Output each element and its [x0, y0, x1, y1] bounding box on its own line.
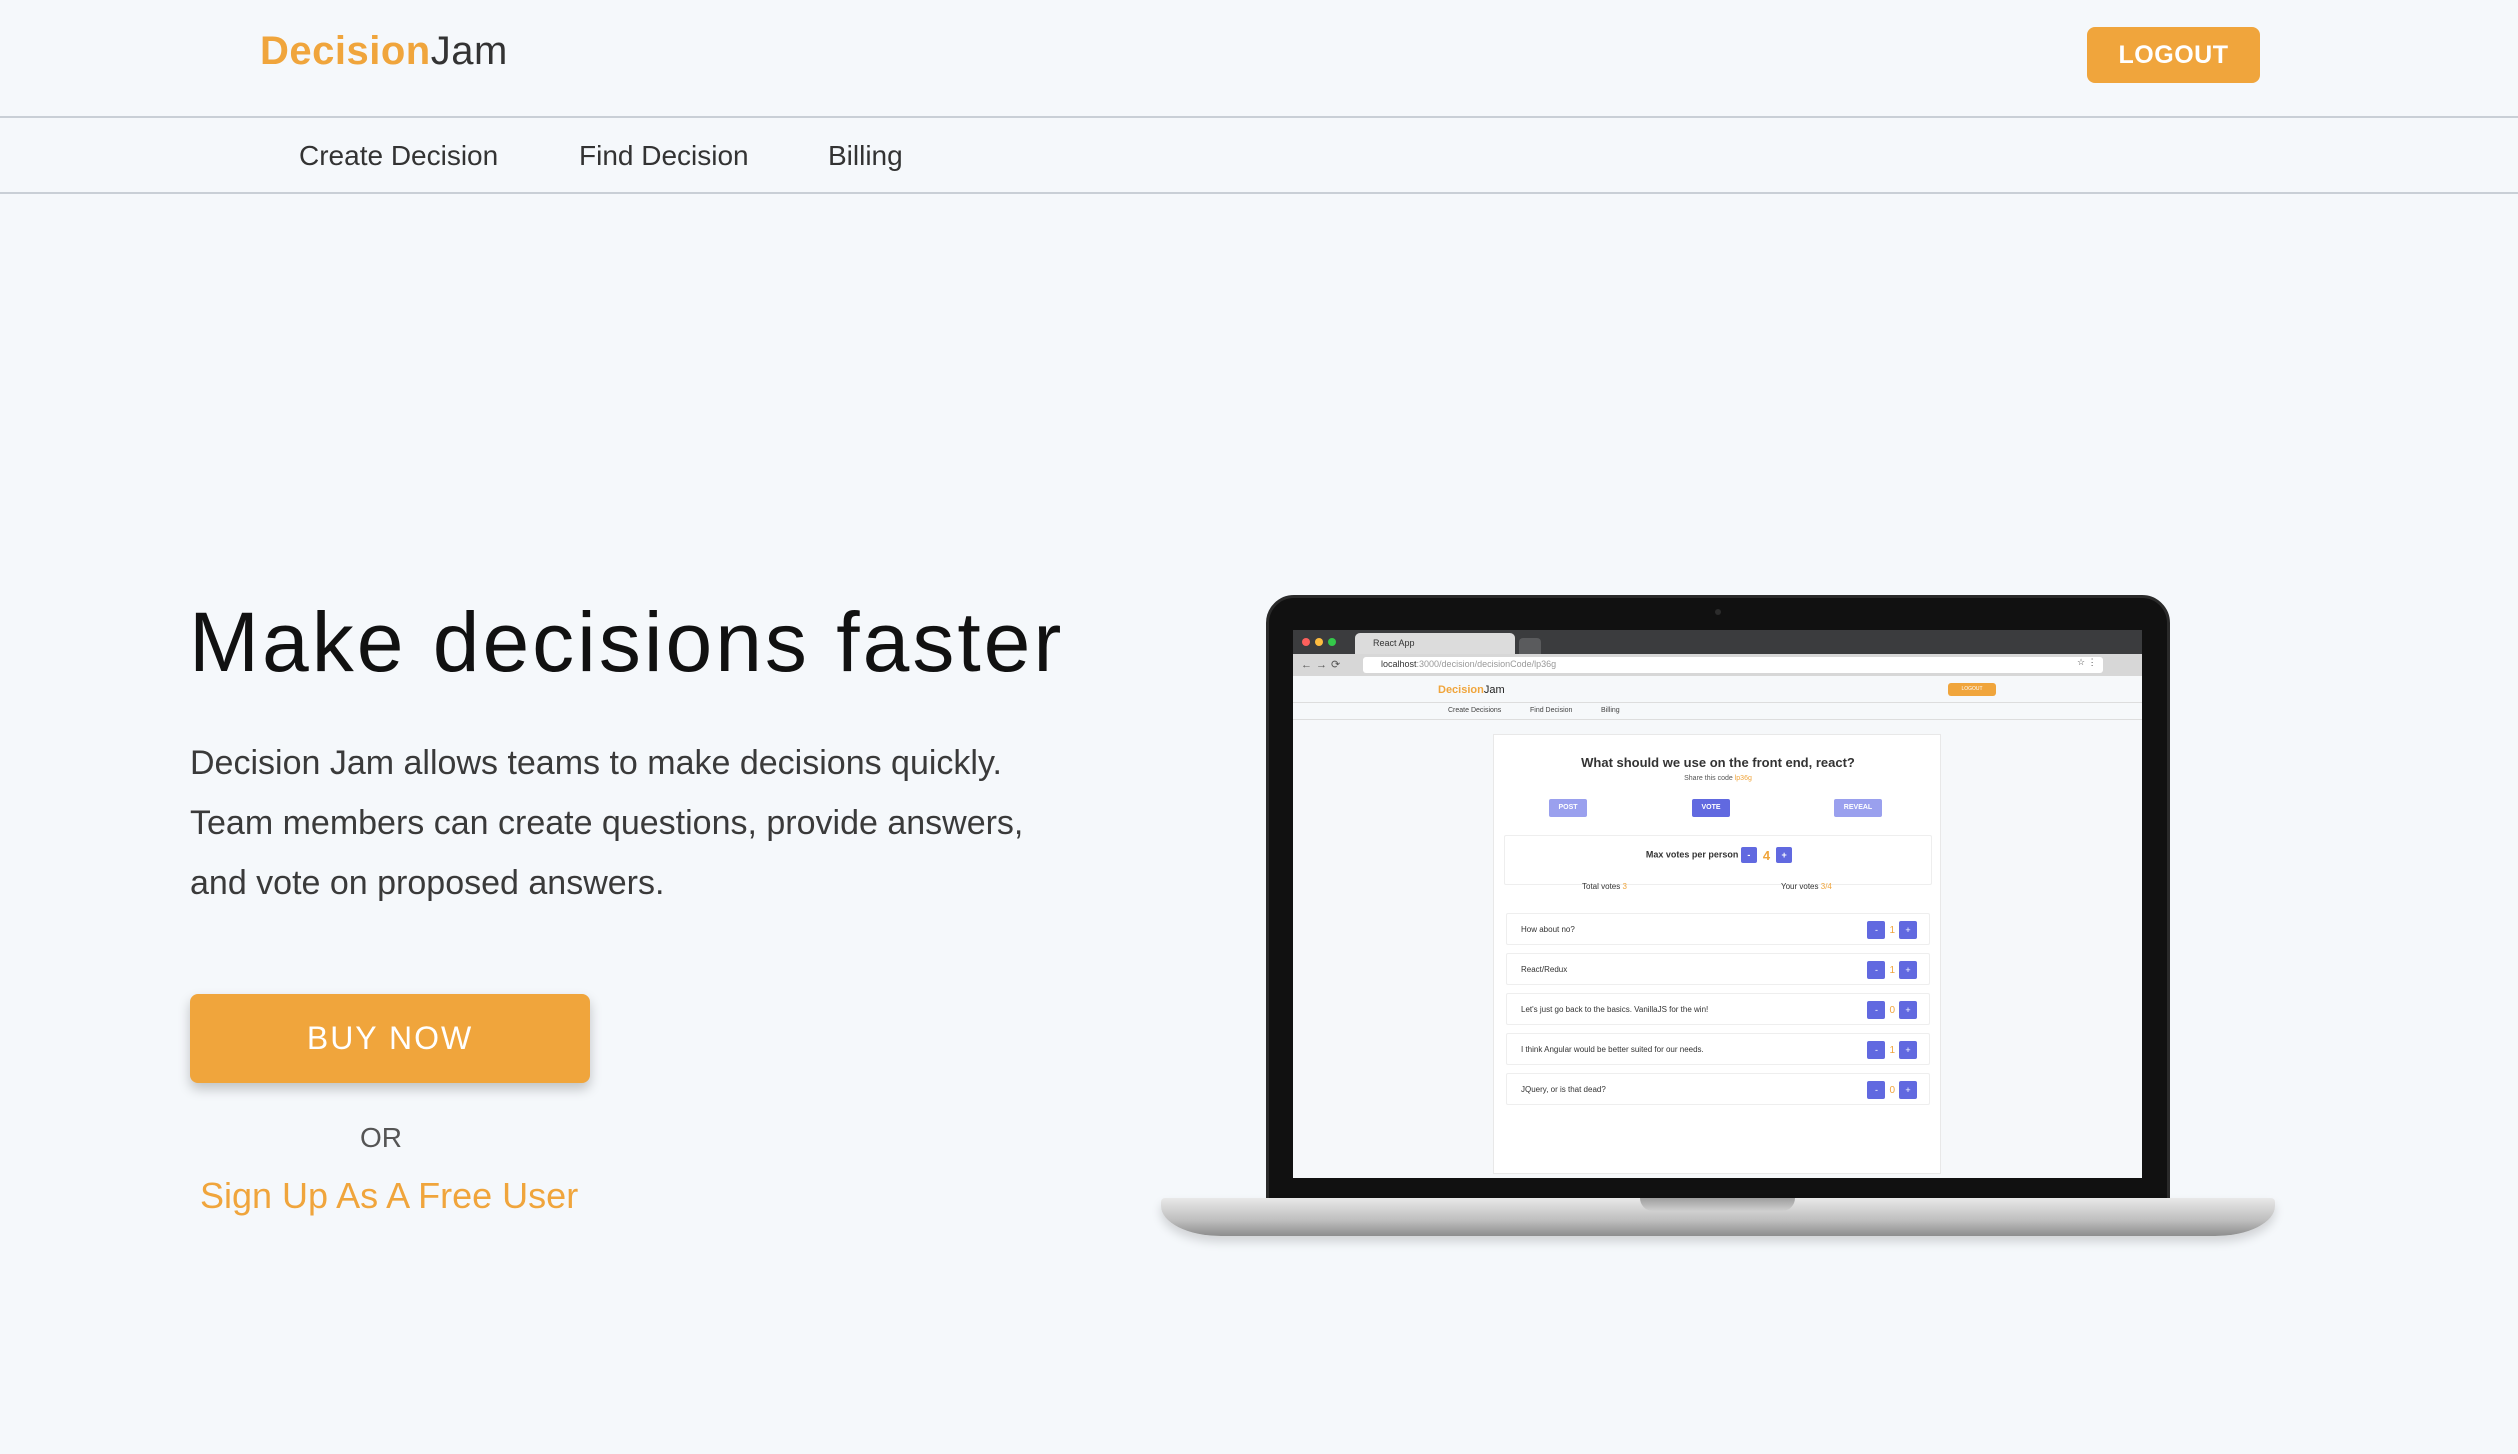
preview-logo-primary: Decision — [1438, 684, 1484, 696]
preview-question: What should we use on the front end, rea… — [1581, 755, 1855, 770]
preview-logout-button: LOGOUT — [1948, 683, 1996, 696]
preview-max-votes-label: Max votes per person — [1645, 849, 1739, 860]
browser-tab: React App — [1355, 633, 1515, 654]
laptop-screen: React App ←→⟳ localhost:3000/decision/de… — [1293, 630, 2142, 1178]
preview-answer-votes: 1 — [1889, 964, 1895, 976]
preview-nav-item: Create Decisions — [1448, 707, 1502, 714]
preview-minus-button: - — [1867, 1081, 1886, 1099]
preview-decision-card: What should we use on the front end, rea… — [1493, 734, 1941, 1174]
preview-total-votes-value: 3 — [1622, 882, 1627, 891]
url-path: :3000/decision/decisionCode/lp36g — [1416, 659, 1557, 669]
signup-free-link[interactable]: Sign Up As A Free User — [200, 1175, 578, 1217]
preview-your-votes-value: 3/4 — [1820, 882, 1832, 891]
preview-logo-secondary: Jam — [1483, 684, 1505, 696]
browser-tab-strip: React App — [1293, 630, 2142, 654]
preview-answer-row: I think Angular would be better suited f… — [1506, 1033, 1930, 1065]
preview-answer-text: JQuery, or is that dead? — [1521, 1085, 1606, 1094]
main-nav: Create Decision Find Decision Billing — [0, 120, 2518, 194]
preview-total-votes-label: Total votes — [1582, 882, 1621, 891]
maximize-dot-icon — [1328, 638, 1336, 646]
logo[interactable]: DecisionJam — [260, 26, 508, 76]
preview-reveal-button: REVEAL — [1834, 799, 1882, 817]
preview-plus-button: + — [1899, 1001, 1917, 1019]
preview-answer-row: React/Redux -1 + — [1506, 953, 1930, 985]
preview-max-votes-value: 4 — [1762, 847, 1771, 863]
preview-answer-controls: -0 + — [1867, 1081, 1917, 1099]
laptop-camera — [1715, 609, 1721, 615]
preview-answer-text: How about no? — [1521, 925, 1575, 934]
preview-answer-row: How about no? -1 + — [1506, 913, 1930, 945]
preview-nav-item: Find Decision — [1530, 707, 1573, 714]
preview-answer-votes: 0 — [1889, 1084, 1895, 1096]
close-dot-icon — [1302, 638, 1310, 646]
preview-answer-votes: 1 — [1889, 924, 1895, 936]
preview-minus-button: - — [1867, 1041, 1886, 1059]
preview-share-label: Share this code — [1684, 775, 1733, 782]
preview-answer-row: JQuery, or is that dead? -0 + — [1506, 1073, 1930, 1105]
browser-nav-arrows-icon: ←→⟳ — [1301, 659, 1345, 671]
preview-answer-controls: -1 + — [1867, 921, 1917, 939]
preview-your-votes-label: Your votes — [1781, 882, 1819, 891]
nav-create-decision[interactable]: Create Decision — [299, 138, 498, 174]
preview-minus-button: - — [1740, 847, 1757, 863]
preview-minus-button: - — [1867, 921, 1886, 939]
minimize-dot-icon — [1315, 638, 1323, 646]
preview-share-code: Share this code lp36g — [1494, 775, 1942, 782]
preview-share-code-value: lp36g — [1734, 775, 1752, 782]
preview-vote-settings: Max votes per person -4 + — [1504, 835, 1932, 885]
laptop-notch — [1640, 1198, 1795, 1211]
hero-headline: Make decisions faster — [189, 595, 1065, 689]
preview-answer-text: I think Angular would be better suited f… — [1521, 1045, 1704, 1054]
preview-plus-button: + — [1776, 847, 1793, 863]
browser-url-bar: localhost:3000/decision/decisionCode/lp3… — [1363, 657, 2103, 673]
preview-answer-controls: -1 + — [1867, 1041, 1917, 1059]
preview-page: DecisionJam LOGOUT Create Decisions Find… — [1293, 676, 2142, 1178]
preview-plus-button: + — [1899, 1081, 1917, 1099]
browser-star-icon: ☆ ⋮ — [2077, 657, 2097, 667]
preview-minus-button: - — [1867, 961, 1886, 979]
preview-answer-text: Let's just go back to the basics. Vanill… — [1521, 1005, 1709, 1014]
preview-logo: DecisionJam — [1438, 684, 1505, 696]
preview-answer-controls: -0 + — [1867, 1001, 1917, 1019]
hero-description-line: Team members can create questions, provi… — [190, 804, 1024, 842]
preview-plus-button: + — [1899, 921, 1917, 939]
new-tab-icon — [1519, 638, 1541, 654]
or-separator: OR — [360, 1122, 402, 1153]
preview-answer-text: React/Redux — [1521, 965, 1568, 974]
preview-answer-controls: -1 + — [1867, 961, 1917, 979]
url-host: localhost — [1381, 659, 1417, 669]
logo-primary: Decision — [260, 29, 431, 73]
hero-description-line: and vote on proposed answers. — [190, 864, 665, 902]
top-header: DecisionJam LOGOUT — [0, 0, 2518, 118]
hero-description-line: Decision Jam allows teams to make decisi… — [190, 744, 1002, 782]
preview-answer-votes: 0 — [1889, 1004, 1895, 1016]
preview-total-votes: Total votes 3 — [1582, 882, 1627, 891]
preview-vote-button: VOTE — [1692, 799, 1730, 817]
preview-max-votes: Max votes per person -4 + — [1505, 847, 1933, 863]
preview-post-button: POST — [1549, 799, 1587, 817]
nav-billing[interactable]: Billing — [828, 138, 903, 174]
browser-toolbar: ←→⟳ localhost:3000/decision/decisionCode… — [1293, 654, 2142, 676]
preview-answer-votes: 1 — [1889, 1044, 1895, 1056]
nav-find-decision[interactable]: Find Decision — [579, 138, 749, 174]
preview-plus-button: + — [1899, 1041, 1917, 1059]
logo-secondary: Jam — [430, 29, 508, 73]
preview-nav: Create Decisions Find Decision Billing — [1293, 702, 2142, 720]
preview-your-votes: Your votes 3/4 — [1781, 882, 1832, 891]
logout-button[interactable]: LOGOUT — [2087, 27, 2260, 83]
preview-minus-button: - — [1867, 1001, 1886, 1019]
preview-nav-item: Billing — [1601, 707, 1620, 714]
hero-description: Decision Jam allows teams to make decisi… — [190, 733, 1090, 913]
buy-now-button[interactable]: BUY NOW — [190, 994, 590, 1083]
preview-answer-row: Let's just go back to the basics. Vanill… — [1506, 993, 1930, 1025]
preview-plus-button: + — [1899, 961, 1917, 979]
